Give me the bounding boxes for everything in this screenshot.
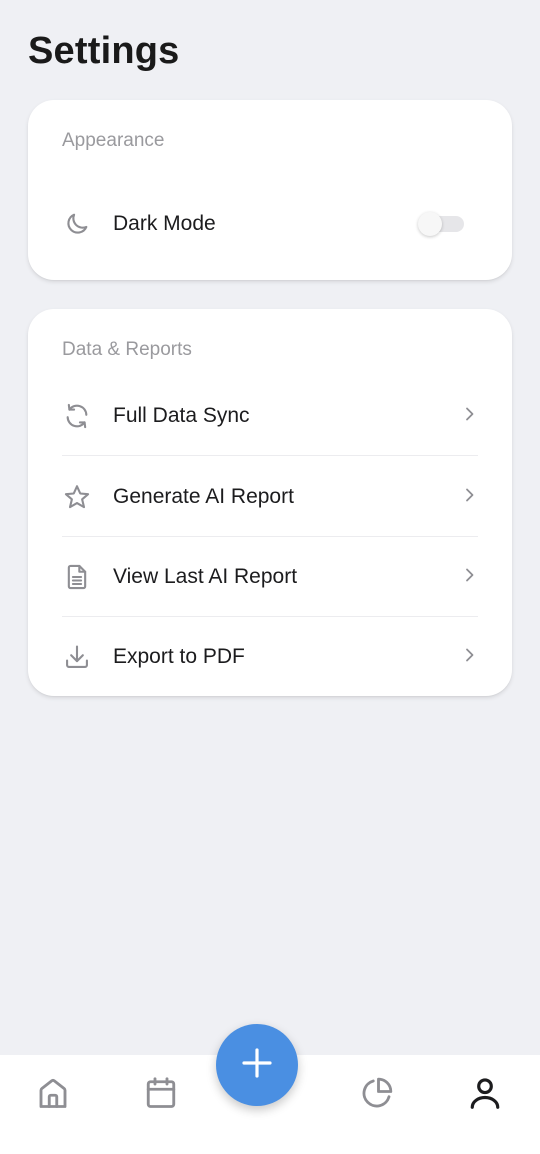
sync-icon — [62, 401, 92, 431]
chevron-right-icon — [462, 567, 478, 588]
data-reports-section-header: Data & Reports — [62, 339, 192, 360]
dark-mode-label: Dark Mode — [113, 212, 216, 235]
generate-ai-report-label: Generate AI Report — [113, 485, 294, 508]
tab-home[interactable] — [25, 1067, 81, 1123]
star-icon — [62, 482, 92, 512]
home-icon — [35, 1075, 71, 1116]
dark-mode-toggle[interactable] — [418, 212, 464, 236]
generate-ai-report-row[interactable]: Generate AI Report — [62, 457, 478, 537]
full-data-sync-label: Full Data Sync — [113, 404, 250, 427]
pie-chart-icon — [359, 1075, 395, 1116]
toggle-knob — [418, 212, 442, 236]
profile-icon — [467, 1075, 503, 1116]
calendar-icon — [143, 1075, 179, 1116]
tab-calendar[interactable] — [133, 1067, 189, 1123]
appearance-section-header: Appearance — [62, 130, 165, 151]
export-to-pdf-row[interactable]: Export to PDF — [62, 617, 478, 697]
view-last-ai-report-label: View Last AI Report — [113, 565, 298, 588]
export-to-pdf-label: Export to PDF — [113, 645, 245, 668]
tab-profile[interactable] — [457, 1067, 513, 1123]
dark-mode-row[interactable]: Dark Mode — [62, 184, 478, 264]
chevron-right-icon — [462, 406, 478, 427]
full-data-sync-row[interactable]: Full Data Sync — [62, 376, 478, 456]
plus-icon — [240, 1046, 274, 1085]
chevron-right-icon — [462, 487, 478, 508]
tab-statistics[interactable] — [349, 1067, 405, 1123]
add-button[interactable] — [216, 1024, 298, 1106]
view-last-ai-report-row[interactable]: View Last AI Report — [62, 537, 478, 617]
moon-icon — [62, 209, 92, 239]
page-title: Settings — [28, 30, 180, 72]
chevron-right-icon — [462, 647, 478, 668]
download-icon — [62, 642, 92, 672]
document-icon — [62, 562, 92, 592]
